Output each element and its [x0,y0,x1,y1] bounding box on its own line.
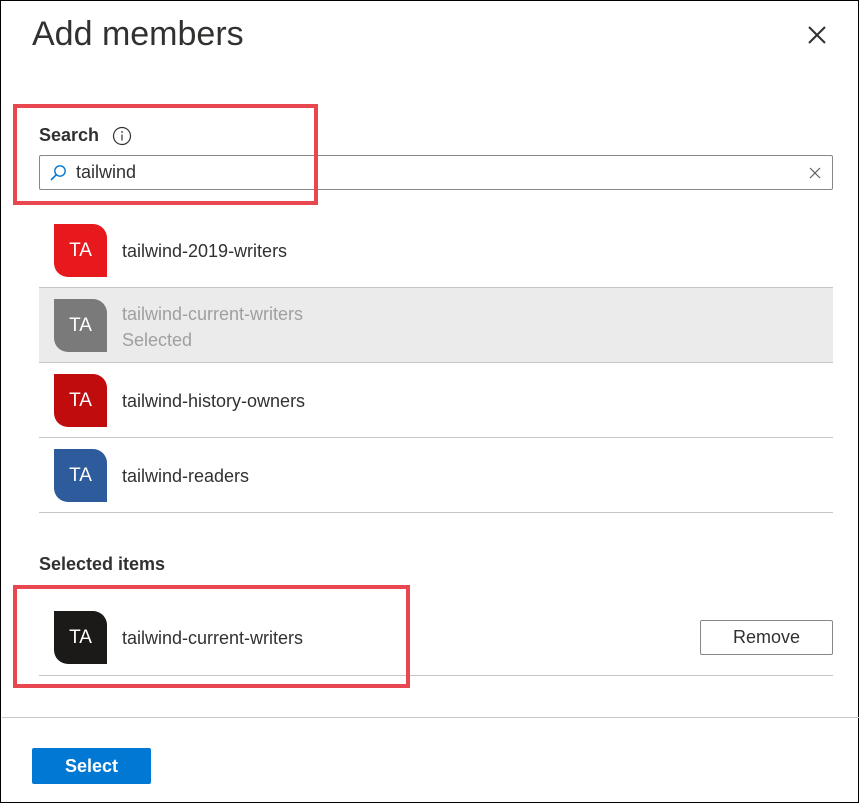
clear-icon[interactable] [808,166,822,180]
search-label-row: Search [39,125,132,146]
close-icon[interactable] [801,19,833,51]
result-item[interactable]: TA tailwind-readers [39,438,833,513]
avatar: TA [54,611,107,664]
avatar: TA [54,374,107,427]
info-icon[interactable] [112,126,132,146]
add-members-dialog: Add members Search TA tailwind-2019-writ… [0,0,859,803]
result-name: tailwind-history-owners [122,391,306,411]
result-item-selected[interactable]: TA tailwind-current-writers Selected [39,288,833,363]
selected-item-row: TA tailwind-current-writers Remove [39,601,833,676]
search-label: Search [39,125,100,145]
result-item[interactable]: TA tailwind-2019-writers [39,213,833,288]
result-status: Selected [122,330,193,350]
search-icon [50,165,66,181]
result-item[interactable]: TA tailwind-history-owners [39,363,833,438]
selected-item-name: tailwind-current-writers [122,628,304,648]
remove-button[interactable]: Remove [700,620,833,655]
result-name: tailwind-readers [122,466,250,486]
avatar: TA [54,299,107,352]
avatar: TA [54,224,107,277]
dialog-title: Add members [32,15,244,53]
result-name: tailwind-current-writers [122,304,304,324]
search-input[interactable] [76,156,806,189]
search-box [39,155,833,190]
footer-divider [2,717,859,718]
avatar: TA [54,449,107,502]
selected-items-heading: Selected items [39,554,166,574]
select-button[interactable]: Select [32,748,151,784]
result-name: tailwind-2019-writers [122,241,288,261]
